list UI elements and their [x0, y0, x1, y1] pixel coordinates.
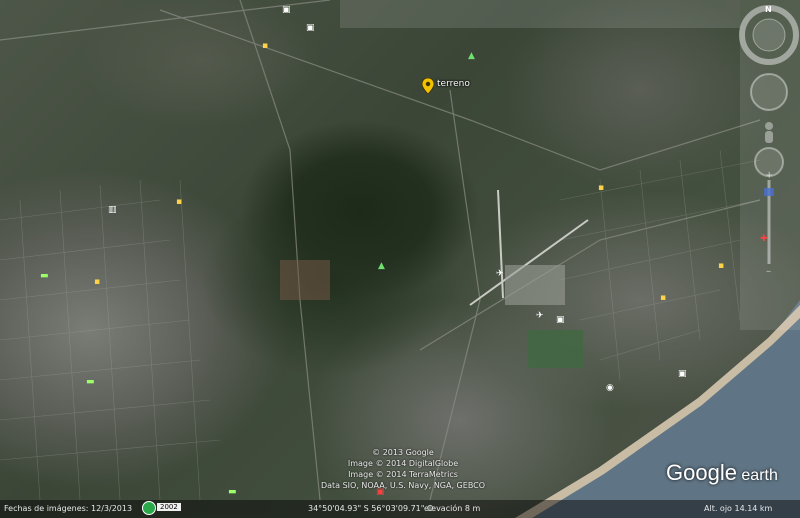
placemark-terreno[interactable]: terreno [421, 77, 470, 98]
attribution-line: Data SIO, NOAA, U.S. Navy, NGA, GEBCO [320, 481, 486, 490]
street-view-pegman-icon[interactable] [765, 122, 773, 143]
building-icon[interactable]: ▥ [108, 206, 117, 215]
imagery-dates-label: Fechas de imágenes: 12/3/2013 [4, 504, 133, 513]
transit-icon[interactable]: ▣ [556, 316, 565, 325]
status-bar: Fechas de imágenes: 12/3/2013 2002 34°50… [0, 500, 800, 518]
imagery-attribution: © 2013 Google Image © 2014 DigitalGlobe … [318, 447, 488, 491]
look-joystick[interactable] [750, 73, 788, 111]
logo-google-text: Google [666, 460, 737, 485]
svg-text:–: – [766, 266, 771, 277]
park-icon[interactable]: ▲ [378, 262, 385, 271]
google-earth-logo: Google earth [666, 460, 778, 486]
building-icon[interactable]: ▪ [262, 42, 268, 51]
building-icon[interactable]: ▪ [598, 184, 604, 193]
shop-icon[interactable]: ▬ [40, 272, 49, 281]
shop-icon[interactable]: ▬ [86, 378, 95, 387]
attribution-line: Image © 2014 TerraMetrics [348, 470, 458, 479]
green-field [528, 330, 583, 368]
attribution-line: Image © 2014 DigitalGlobe [347, 459, 459, 468]
info-icon[interactable]: ◉ [606, 384, 614, 393]
building-icon[interactable]: ▪ [94, 278, 100, 287]
urban-grid-east [559, 149, 761, 381]
nav-controls-graphic: + – [739, 5, 799, 277]
building-icon[interactable]: ▪ [718, 262, 724, 271]
zoom-slider[interactable]: + – [764, 170, 774, 277]
svg-text:+: + [765, 170, 773, 181]
urban-grid-west [0, 179, 221, 501]
eye-altitude-readout: Alt. ojo 14.14 km [704, 504, 773, 513]
airport-icon[interactable]: ✈ [536, 312, 544, 321]
navigation-controls: + – N [738, 2, 800, 302]
map-viewport[interactable]: terreno ▲ ▲ ▣ ▣ ▪ ▪ ▪ ▪ ▪ ▪ ✚ ✈ ✈ ▬ ▬ ▬ … [0, 0, 800, 518]
airport-terminal [505, 265, 565, 305]
shop-icon[interactable]: ▬ [228, 488, 237, 497]
history-year-badge[interactable]: 2002 [157, 503, 181, 511]
placemark-pin-icon[interactable] [421, 77, 435, 95]
imagery-overlay-top [340, 0, 740, 28]
transit-icon[interactable]: ▣ [306, 24, 315, 33]
attribution-line: © 2013 Google [372, 448, 434, 457]
elevation-readout: elevación 8 m [424, 504, 481, 513]
park-icon[interactable]: ▲ [468, 52, 475, 61]
bare-field [280, 260, 330, 300]
airport-icon[interactable]: ✈ [496, 270, 504, 279]
compass-ring[interactable] [739, 5, 799, 65]
compass-north-label: N [765, 5, 772, 14]
transit-icon[interactable]: ▣ [282, 6, 291, 15]
transit-icon[interactable]: ▣ [678, 370, 687, 379]
building-icon[interactable]: ▪ [176, 198, 182, 207]
logo-earth-text: earth [741, 467, 778, 484]
historical-imagery-clock-icon[interactable] [142, 501, 156, 515]
satellite-imagery [0, 0, 800, 518]
roads [0, 0, 761, 501]
placemark-label[interactable]: terreno [437, 79, 470, 89]
building-icon[interactable]: ▪ [660, 294, 666, 303]
cursor-coordinates: 34°50'04.93" S 56°03'09.71" O [308, 504, 434, 513]
